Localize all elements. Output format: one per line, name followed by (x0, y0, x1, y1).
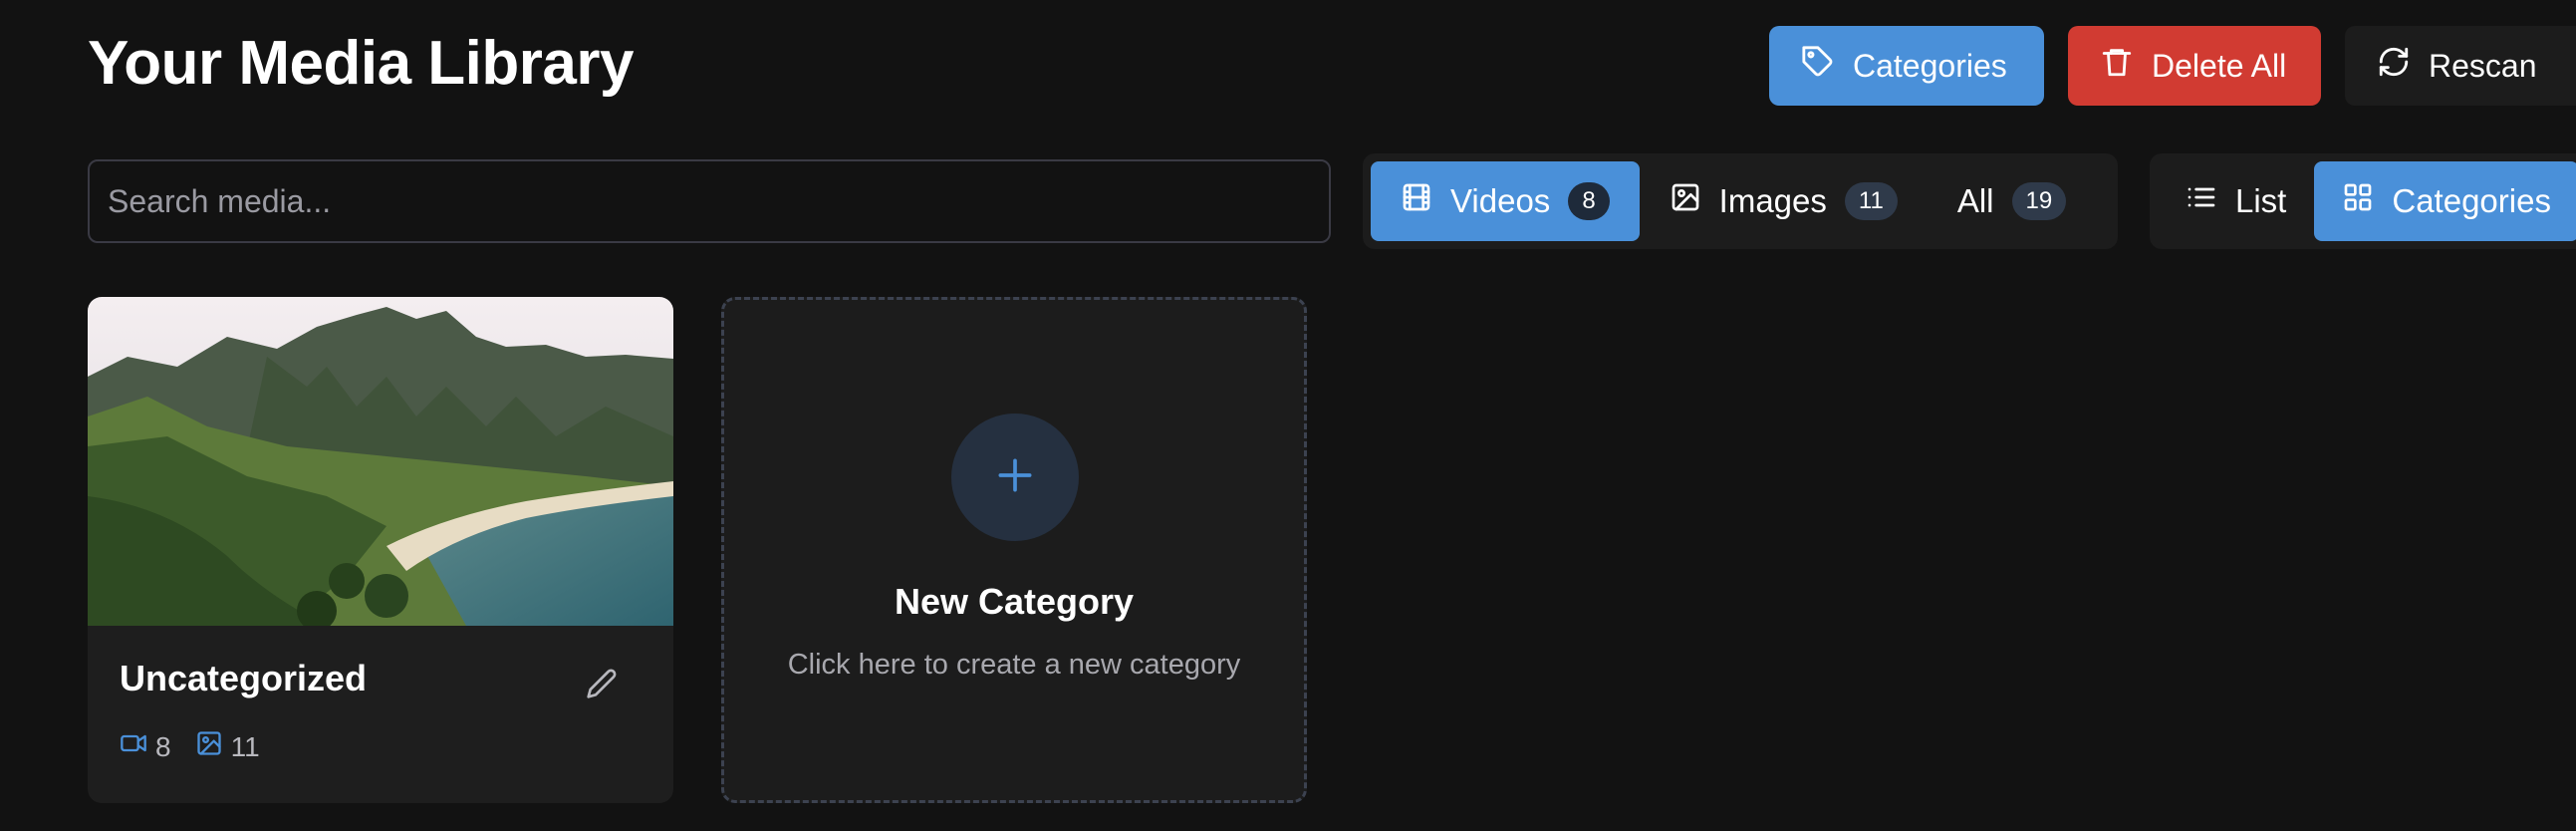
tag-icon (1801, 45, 1835, 87)
filter-all-count: 19 (2011, 182, 2067, 220)
filter-images-label: Images (1718, 182, 1827, 219)
trash-icon (2100, 45, 2134, 87)
list-icon (2186, 181, 2217, 221)
image-icon (195, 729, 223, 764)
header-actions: Categories Delete All Rescan (1769, 26, 2576, 106)
media-library-page: Your Media Library Categories Delete All… (0, 0, 2576, 831)
category-card-uncategorized[interactable]: Uncategorized 8 11 (88, 297, 673, 803)
video-count: 8 (155, 730, 171, 762)
view-categories-label: Categories (2392, 182, 2551, 219)
filter-videos-count: 8 (1568, 182, 1610, 220)
edit-category-button[interactable] (586, 668, 622, 703)
image-icon (1670, 181, 1701, 221)
new-category-title: New Category (894, 581, 1135, 622)
filter-videos-label: Videos (1450, 182, 1551, 219)
media-type-filter: Videos 8 Images 11 All 19 (1363, 153, 2118, 249)
delete-all-button[interactable]: Delete All (2068, 26, 2321, 106)
view-mode-toggle: List Categories (2150, 153, 2576, 249)
rescan-button[interactable]: Rescan (2345, 26, 2576, 106)
grid-icon (2342, 181, 2374, 221)
plus-icon (993, 453, 1037, 502)
filter-all-label: All (1956, 182, 1994, 219)
refresh-icon (2377, 45, 2411, 87)
image-count: 11 (230, 730, 260, 762)
category-name: Uncategorized (120, 658, 368, 698)
rescan-button-label: Rescan (2429, 47, 2537, 84)
category-stats: 8 11 (120, 729, 260, 764)
film-icon (1401, 181, 1432, 221)
filter-images-count: 11 (1844, 182, 1898, 220)
category-thumbnail (88, 297, 673, 626)
pencil-icon (586, 669, 618, 703)
categories-button-label: Categories (1853, 47, 2007, 84)
new-category-subtitle: Click here to create a new category (787, 649, 1241, 681)
categories-button[interactable]: Categories (1769, 26, 2044, 106)
filter-videos-button[interactable]: Videos 8 (1371, 161, 1640, 241)
search-input[interactable] (88, 159, 1331, 243)
video-camera-icon (120, 729, 147, 764)
view-list-label: List (2235, 182, 2287, 219)
delete-all-button-label: Delete All (2152, 47, 2287, 84)
filter-all-button[interactable]: All 19 (1928, 161, 2096, 241)
page-title: Your Media Library (88, 29, 634, 98)
add-category-circle (951, 414, 1079, 541)
filter-images-button[interactable]: Images 11 (1640, 161, 1928, 241)
video-count-stat: 8 (120, 729, 171, 764)
view-list-button[interactable]: List (2158, 161, 2314, 241)
view-categories-button[interactable]: Categories (2314, 161, 2576, 241)
image-count-stat: 11 (195, 729, 260, 764)
new-category-card[interactable]: New Category Click here to create a new … (721, 297, 1307, 803)
